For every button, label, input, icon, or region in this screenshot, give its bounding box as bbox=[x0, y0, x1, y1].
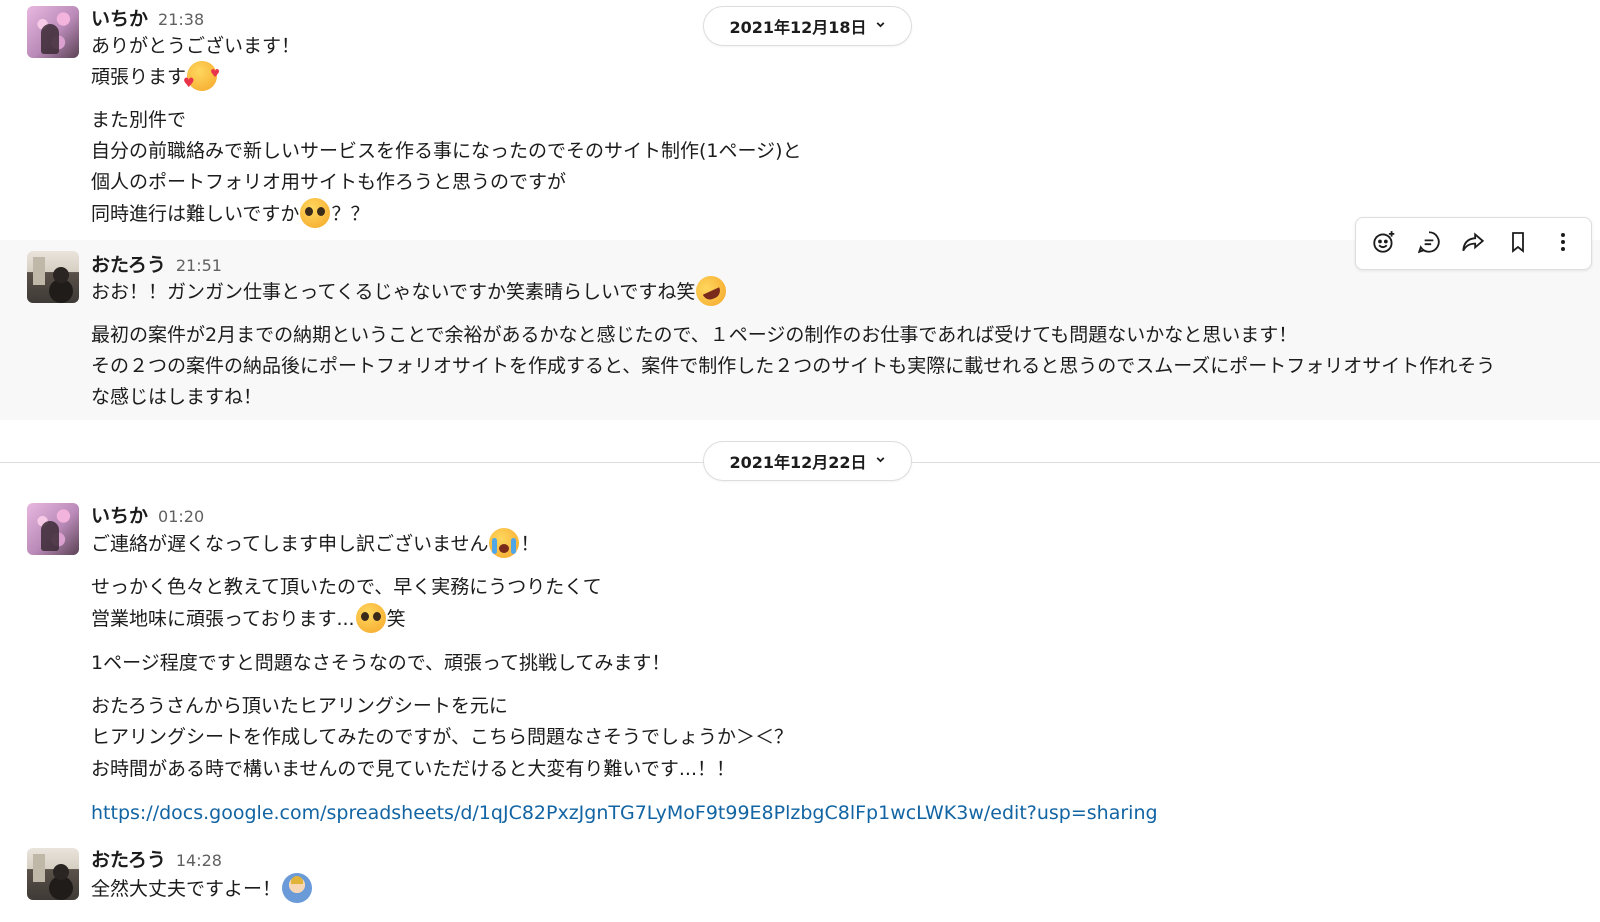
add-reaction-button[interactable] bbox=[1366, 226, 1402, 262]
date-separator-button[interactable]: 2021年12月22日 bbox=[703, 441, 912, 481]
message-text: その２つの案件の納品後にポートフォリオサイトを作成すると、案件で制作した２つのサ… bbox=[91, 355, 1496, 377]
message-line: おお！！ガンガン仕事とってくるじゃないですか笑素晴らしいですね笑 bbox=[91, 270, 732, 311]
add-reaction-icon bbox=[1371, 229, 1397, 259]
message-line: 全然大丈夫ですよー！ bbox=[91, 872, 313, 905]
date-label: 2021年12月22日 bbox=[729, 453, 867, 472]
message-line: https://docs.google.com/spreadsheets/d/1… bbox=[91, 798, 1158, 828]
message-text: おお！！ガンガン仕事とってくるじゃないですか笑素晴らしいですね笑 bbox=[91, 281, 696, 303]
message-line: ヒアリングシートを作成してみたのですが、こちら問題なさそうでしょうか＞＜？ bbox=[91, 722, 793, 752]
person-bowing-icon bbox=[282, 872, 313, 903]
sender-name[interactable]: いちか bbox=[91, 501, 148, 528]
message-line: 自分の前職絡みで新しいサービスを作る事になったのでそのサイト制作(1ページ)と bbox=[91, 136, 802, 166]
avatar[interactable] bbox=[27, 848, 79, 900]
avatar[interactable] bbox=[27, 6, 79, 58]
chevron-down-icon bbox=[875, 19, 886, 33]
message-text: ？？ bbox=[331, 203, 370, 225]
message-text: おたろうさんから頂いたヒアリングシートを元に bbox=[91, 695, 508, 717]
message-text: お時間がある時で構いませんので見ていただけると大変有り難いです...！！ bbox=[91, 758, 735, 780]
bookmark-button[interactable] bbox=[1500, 226, 1536, 262]
timestamp[interactable]: 14:28 bbox=[176, 851, 222, 870]
share-icon bbox=[1460, 229, 1486, 259]
message-text: 頑張ります bbox=[91, 66, 187, 88]
chevron-down-icon bbox=[875, 454, 886, 468]
sender-name[interactable]: いちか bbox=[91, 4, 148, 31]
message-text: な感じはしますね！ bbox=[91, 386, 263, 408]
message-text: ！ bbox=[520, 533, 540, 555]
spreadsheet-link[interactable]: https://docs.google.com/spreadsheets/d/1… bbox=[91, 802, 1158, 824]
sender-name[interactable]: おたろう bbox=[91, 250, 166, 277]
timestamp[interactable]: 01:20 bbox=[158, 507, 204, 526]
message-text: 最初の案件が2月までの納期ということで余裕があるかなと感じたので、１ページの制作… bbox=[91, 324, 1298, 346]
timestamp[interactable]: 21:38 bbox=[158, 10, 204, 29]
message-text: ヒアリングシートを作成してみたのですが、こちら問題なさそうでしょうか＞＜？ bbox=[91, 726, 794, 748]
message-actions-toolbar bbox=[1355, 217, 1592, 270]
message-line: な感じはしますね！ bbox=[91, 382, 262, 412]
smiling-face-with-hearts-icon bbox=[183, 59, 220, 99]
message-line: ご連絡が遅くなってします申し訳ございません ！ bbox=[91, 527, 540, 560]
rofl-icon bbox=[691, 270, 732, 311]
avatar[interactable] bbox=[27, 251, 79, 303]
more-actions-button[interactable] bbox=[1545, 226, 1581, 262]
message-text: 自分の前職絡みで新しいサービスを作る事になったのでそのサイト制作(1ページ)と bbox=[91, 140, 802, 162]
share-button[interactable] bbox=[1455, 226, 1491, 262]
message-line: お時間がある時で構いませんので見ていただけると大変有り難いです...！！ bbox=[91, 754, 735, 784]
message-line: おたろうさんから頂いたヒアリングシートを元に bbox=[91, 691, 508, 721]
message-text: せっかく色々と教えて頂いたので、早く実務にうつりたくて bbox=[91, 576, 602, 598]
message-text: 全然大丈夫ですよー！ bbox=[91, 878, 282, 900]
message-text: 営業地味に頑張っております... bbox=[91, 608, 355, 630]
message-text: また別件で bbox=[91, 109, 187, 131]
message-line: 頑張ります bbox=[91, 59, 220, 99]
timestamp[interactable]: 21:51 bbox=[176, 256, 222, 275]
message-line: 同時進行は難しいですか ？？ bbox=[91, 197, 370, 230]
reply-thread-button[interactable] bbox=[1411, 226, 1447, 262]
loudly-crying-face-icon bbox=[489, 527, 520, 558]
date-label: 2021年12月18日 bbox=[729, 18, 867, 37]
message-header: いちか 01:20 bbox=[91, 501, 204, 528]
message-line: また別件で bbox=[91, 105, 186, 135]
pleading-face-icon bbox=[300, 197, 331, 228]
message-line: 1ページ程度ですと問題なさそうなので、頑張って挑戦してみます！ bbox=[91, 648, 670, 678]
message-line: 営業地味に頑張っております... 笑 bbox=[91, 602, 406, 635]
message-line: せっかく色々と教えて頂いたので、早く実務にうつりたくて bbox=[91, 572, 602, 602]
message-header: おたろう 21:51 bbox=[91, 250, 222, 277]
more-actions-icon bbox=[1551, 230, 1575, 258]
message-header: いちか 21:38 bbox=[91, 4, 204, 31]
message-text: 1ページ程度ですと問題なさそうなので、頑張って挑戦してみます！ bbox=[91, 652, 671, 674]
reply-thread-icon bbox=[1416, 229, 1442, 259]
message-text: 同時進行は難しいですか bbox=[91, 203, 300, 225]
date-separator-button[interactable]: 2021年12月18日 bbox=[703, 6, 912, 46]
message-text: 個人のポートフォリオ用サイトも作ろうと思うのですが bbox=[91, 171, 567, 193]
message-text: ありがとうございます！ bbox=[91, 35, 301, 57]
message-text: ご連絡が遅くなってします申し訳ございません bbox=[91, 533, 489, 555]
message-header: おたろう 14:28 bbox=[91, 845, 222, 872]
avatar[interactable] bbox=[27, 503, 79, 555]
bookmark-icon bbox=[1506, 230, 1530, 258]
message-line: その２つの案件の納品後にポートフォリオサイトを作成すると、案件で制作した２つのサ… bbox=[91, 351, 1495, 381]
message-line: ありがとうございます！ bbox=[91, 31, 300, 61]
message-text: 笑 bbox=[386, 608, 406, 630]
pleading-face-icon bbox=[355, 602, 386, 633]
message-line: 個人のポートフォリオ用サイトも作ろうと思うのですが bbox=[91, 167, 566, 197]
message-line: 最初の案件が2月までの納期ということで余裕があるかなと感じたので、１ページの制作… bbox=[91, 320, 1297, 350]
sender-name[interactable]: おたろう bbox=[91, 845, 166, 872]
